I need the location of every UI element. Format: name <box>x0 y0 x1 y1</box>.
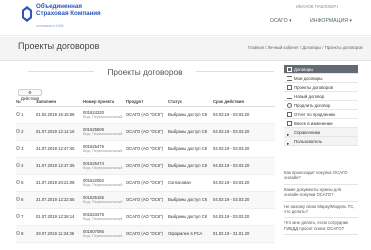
report-icon <box>287 112 292 117</box>
table-row[interactable]: 8 29.07.2019 11:34:36 001607085 Вид: Первон… <box>16 225 275 243</box>
radio-icon[interactable] <box>16 214 20 218</box>
faq-item[interactable]: Не нахожу свою Марку/Модель ТС, что дела… <box>284 202 358 219</box>
sidebar-item-changes[interactable]: Внесе в изменении <box>284 119 358 128</box>
chevron-right-icon: ▸ <box>287 132 290 137</box>
chevron-right-icon: ▸ <box>287 141 290 146</box>
page-title-bar: Проекты договоров Главная / Личный кабин… <box>0 37 371 61</box>
sidebar-item-renewal-report[interactable]: Отчет по продлению <box>284 110 358 119</box>
company-logo-icon[interactable] <box>22 6 32 22</box>
table-row[interactable]: 7 01.07.2019 12:26:14 001623476 Вид: Первон… <box>16 208 275 226</box>
sidebar-header-contracts[interactable]: Договоры <box>284 65 358 74</box>
faq-item[interactable]: Что мне делать, если сотрудник ГИБДД про… <box>284 218 358 236</box>
section-heading: Проекты договоров <box>107 67 183 77</box>
sidebar-item-my-contracts[interactable]: Мои договоры <box>284 74 358 83</box>
table-header: № Заполнен Номер проекта Продукт Статус … <box>16 97 275 107</box>
page-title: Проекты договоров <box>18 41 100 51</box>
table-row[interactable]: 1 01.02.2019 15:15:58 001624220 Вид: Первон… <box>16 106 275 124</box>
user-name[interactable]: ИВАНОВ ПАВЛОВИЧ <box>296 4 338 9</box>
document-icon <box>287 85 292 90</box>
nav-info[interactable]: ИНФОРМАЦИЯ ▾ <box>310 18 352 24</box>
col-filled: Заполнен <box>36 97 83 107</box>
sidebar-section-user[interactable]: ▸ Пользователь <box>284 137 358 146</box>
col-term: Срок действия <box>213 97 275 107</box>
top-bar: Объединенная Страховая Компания основана… <box>0 0 371 36</box>
col-status: Статус <box>168 97 213 107</box>
contracts-table: № Заполнен Номер проекта Продукт Статус … <box>16 97 275 243</box>
table-row[interactable]: 5 31.07.2019 20:21:08 001622052 Вид: Первон… <box>16 174 275 192</box>
radio-icon[interactable] <box>16 146 20 150</box>
table-row[interactable]: 4 31.07.2019 12:47:35 001625474 Вид: Первон… <box>16 157 275 175</box>
list-icon <box>287 76 292 81</box>
radio-icon[interactable] <box>16 163 20 167</box>
sidebar: Договоры Мои договоры Проекты договоров … <box>284 65 358 146</box>
table-row[interactable]: 2 01.07.2019 12:14:16 001625506 Вид: Первон… <box>16 123 275 141</box>
company-subtitle: основана в 1996 <box>36 24 64 28</box>
radio-icon[interactable] <box>16 180 20 184</box>
col-number: № <box>16 97 36 107</box>
radio-icon[interactable] <box>16 231 20 235</box>
radio-icon[interactable] <box>16 129 20 133</box>
sidebar-item-renew[interactable]: Продлить договор <box>284 101 358 110</box>
col-product: Продукт <box>126 97 168 107</box>
company-name[interactable]: Объединенная Страховая Компания <box>36 3 101 17</box>
refresh-icon <box>287 103 292 108</box>
table-row[interactable]: 3 31.07.2019 12:47:45 001625475 Вид: Первон… <box>16 140 275 158</box>
pencil-icon <box>287 94 292 99</box>
faq-list: Как происходит покупка ОСАГО онлайн? Как… <box>284 168 358 236</box>
radio-icon[interactable] <box>16 112 20 116</box>
table-row[interactable]: 6 31.07.2019 12:22:55 001625165 Вид: Первон… <box>16 191 275 209</box>
faq-item[interactable]: Как происходит покупка ОСАГО онлайн? <box>284 168 358 185</box>
radio-icon[interactable] <box>16 197 20 201</box>
folder-icon <box>287 67 292 72</box>
col-project-number: Номер проекта <box>83 97 126 107</box>
edit-icon <box>287 121 292 126</box>
nav-osago[interactable]: ОСАГО ▾ <box>270 18 292 24</box>
sidebar-item-new-contract[interactable]: Новый договор <box>284 92 358 101</box>
sidebar-item-drafts[interactable]: Проекты договоров <box>284 83 358 92</box>
actions-dropdown[interactable]: ⚙ Действия <box>18 89 42 101</box>
sidebar-section-references[interactable]: ▸ Справочники <box>284 128 358 137</box>
breadcrumb[interactable]: Главная / Личный кабинет / Договоры / Пр… <box>248 45 363 50</box>
faq-item[interactable]: Какие документы нужны для онлайн-покупки… <box>284 185 358 202</box>
